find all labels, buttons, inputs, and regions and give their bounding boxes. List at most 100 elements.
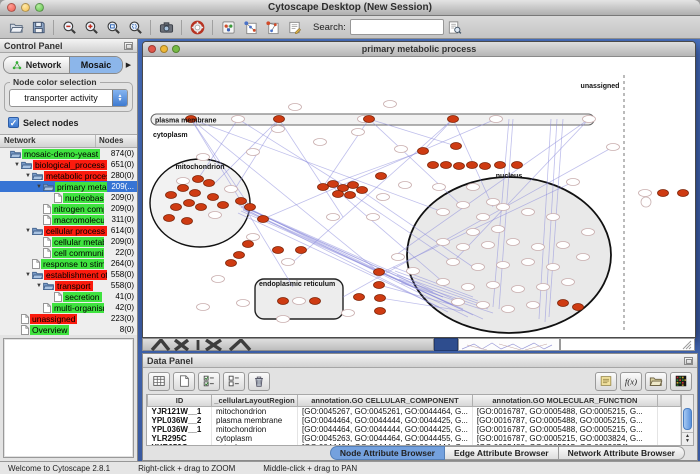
gene-node[interactable] xyxy=(477,214,490,221)
tree-expand-arrow-icon[interactable]: ▼ xyxy=(35,184,43,190)
formula-builder-button[interactable]: f(x) xyxy=(620,372,642,391)
column-header-annotation-go-cellular-component[interactable]: annotation.GO CELLULAR_COMPONENT xyxy=(298,395,473,407)
import-attributes-button[interactable] xyxy=(645,372,667,391)
gene-node[interactable] xyxy=(537,284,550,291)
highlighted-gene-node[interactable] xyxy=(451,143,462,150)
highlighted-gene-node[interactable] xyxy=(171,204,182,211)
cell[interactable]: [GO:0045267, GO:0045261, GO:0044464, G..… xyxy=(298,407,473,417)
highlighted-gene-node[interactable] xyxy=(234,252,245,259)
self-loop-edge[interactable] xyxy=(641,197,651,207)
gene-node[interactable] xyxy=(342,310,355,317)
tree-expand-arrow-icon[interactable]: ▼ xyxy=(13,162,21,168)
edit-edges-button[interactable] xyxy=(261,18,283,37)
close-button[interactable] xyxy=(7,3,16,12)
select-attributes-button[interactable] xyxy=(198,372,220,391)
gene-node[interactable] xyxy=(272,126,285,133)
highlighted-gene-node[interactable] xyxy=(428,162,439,169)
gene-node[interactable] xyxy=(447,259,460,266)
tab-edge-attribute-browser[interactable]: Edge Attribute Browser xyxy=(445,446,559,460)
highlighted-gene-node[interactable] xyxy=(375,308,386,315)
gene-node[interactable] xyxy=(293,298,306,305)
gene-node[interactable] xyxy=(457,244,470,251)
gene-node[interactable] xyxy=(247,234,260,241)
column-header--cellularlayoutregion[interactable]: _cellularLayoutRegion xyxy=(212,395,298,407)
cell[interactable] xyxy=(657,425,680,434)
scrollbar-arrows-icon[interactable]: ▲▼ xyxy=(682,432,693,445)
new-attribute-button[interactable] xyxy=(173,372,195,391)
cell[interactable]: [GO:0016787, GO:0005215, GO:0003824, G..… xyxy=(472,434,657,443)
vizmapper-button[interactable] xyxy=(217,18,239,37)
gene-node[interactable] xyxy=(487,282,500,289)
tree-row-primary-metabolic-process[interactable]: ▼primary metabolic process209(... xyxy=(0,181,137,192)
highlighted-gene-node[interactable] xyxy=(278,298,289,305)
help-button[interactable] xyxy=(186,18,208,37)
minimize-button[interactable] xyxy=(21,3,30,12)
gene-node[interactable] xyxy=(289,104,302,111)
cell[interactable]: [GO:0016787, GO:0005488, GO:0005215, G..… xyxy=(472,407,657,417)
highlighted-gene-node[interactable] xyxy=(236,198,247,205)
highlighted-gene-node[interactable] xyxy=(658,190,669,197)
gene-node[interactable] xyxy=(472,264,485,271)
table-scrollbar[interactable]: ▲▼ xyxy=(681,395,693,445)
background-window-selection[interactable] xyxy=(434,338,458,351)
highlighted-gene-node[interactable] xyxy=(243,241,254,248)
tree-row-metabolic-process[interactable]: ▼metabolic process280(0) xyxy=(0,170,137,181)
gene-node[interactable] xyxy=(487,199,500,206)
tree-column-nodes[interactable]: Nodes xyxy=(96,135,137,147)
cell[interactable]: [GO:0044464, GO:0044444, GO:0044425, G..… xyxy=(298,416,473,425)
table-row[interactable]: YJR121W__1mitochondrion[GO:0045267, GO:0… xyxy=(148,407,681,417)
gene-node[interactable] xyxy=(314,139,327,146)
tree-row-overview[interactable]: Overview8(0) xyxy=(0,324,137,335)
gene-node[interactable] xyxy=(567,179,580,186)
cell[interactable] xyxy=(657,416,680,425)
gene-node[interactable] xyxy=(395,146,408,153)
gene-node[interactable] xyxy=(490,116,503,123)
highlighted-gene-node[interactable] xyxy=(184,200,195,207)
resize-grip-icon[interactable] xyxy=(681,339,693,350)
highlighted-gene-node[interactable] xyxy=(375,295,386,302)
tree-row-cellular-process[interactable]: ▼cellular process614(0) xyxy=(0,225,137,236)
cell[interactable]: [GO:0016787, GO:0005488, GO:0005215, G..… xyxy=(472,425,657,434)
scrollbar-thumb[interactable] xyxy=(683,408,692,430)
gene-node[interactable] xyxy=(577,254,590,261)
tree-row-multi-organism-pro[interactable]: multi-organism pro42(0) xyxy=(0,302,137,313)
edge[interactable] xyxy=(213,119,279,185)
gene-node[interactable] xyxy=(437,209,450,216)
tree-row-mosaic-demo-yeast[interactable]: mosaic-demo-yeast874(0) xyxy=(0,148,137,159)
cell[interactable]: plasma membrane xyxy=(212,416,298,425)
cell[interactable]: YPL036W__1 xyxy=(148,425,212,434)
tree-row-cell-communicat[interactable]: cell communicat22(0) xyxy=(0,247,137,258)
delete-attribute-button[interactable] xyxy=(248,372,270,391)
save-button[interactable] xyxy=(27,18,49,37)
node-color-dropdown[interactable]: transporter activity ▲▼ xyxy=(9,89,128,107)
gene-node[interactable] xyxy=(327,214,340,221)
gene-node[interactable] xyxy=(582,229,595,236)
float-data-panel-icon[interactable] xyxy=(684,357,693,365)
unselect-attributes-button[interactable] xyxy=(223,372,245,391)
table-row[interactable]: YPL036W__2plasma membrane[GO:0044464, GO… xyxy=(148,416,681,425)
tree-expand-arrow-icon[interactable]: ▼ xyxy=(24,173,32,179)
open-file-button[interactable] xyxy=(5,18,27,37)
gene-node[interactable] xyxy=(512,286,525,293)
gene-node[interactable] xyxy=(282,259,295,266)
zoom-in-button[interactable] xyxy=(80,18,102,37)
tree-row-unassigned[interactable]: unassigned223(0) xyxy=(0,313,137,324)
tree-header[interactable]: Network Nodes xyxy=(0,134,137,148)
cell[interactable]: YPL036W__2 xyxy=(148,416,212,425)
tree-row-macromolecule[interactable]: macromolecule311(0) xyxy=(0,214,137,225)
birdseye-view[interactable] xyxy=(3,338,134,458)
gene-node[interactable] xyxy=(399,182,412,189)
highlighted-gene-node[interactable] xyxy=(480,163,491,170)
gene-node[interactable] xyxy=(467,229,480,236)
gene-node[interactable] xyxy=(482,242,495,249)
highlighted-gene-node[interactable] xyxy=(164,215,175,222)
tab-node-attribute-browser[interactable]: Node Attribute Browser xyxy=(330,446,445,460)
background-window-canvas[interactable] xyxy=(458,338,560,351)
matrix-view-button[interactable] xyxy=(670,372,692,391)
gene-node[interactable] xyxy=(557,242,570,249)
gene-node[interactable] xyxy=(527,302,540,309)
cell[interactable]: YLR295C xyxy=(148,434,212,443)
tree-expand-arrow-icon[interactable]: ▼ xyxy=(24,228,32,234)
gene-node[interactable] xyxy=(562,279,575,286)
gene-node[interactable] xyxy=(457,202,470,209)
